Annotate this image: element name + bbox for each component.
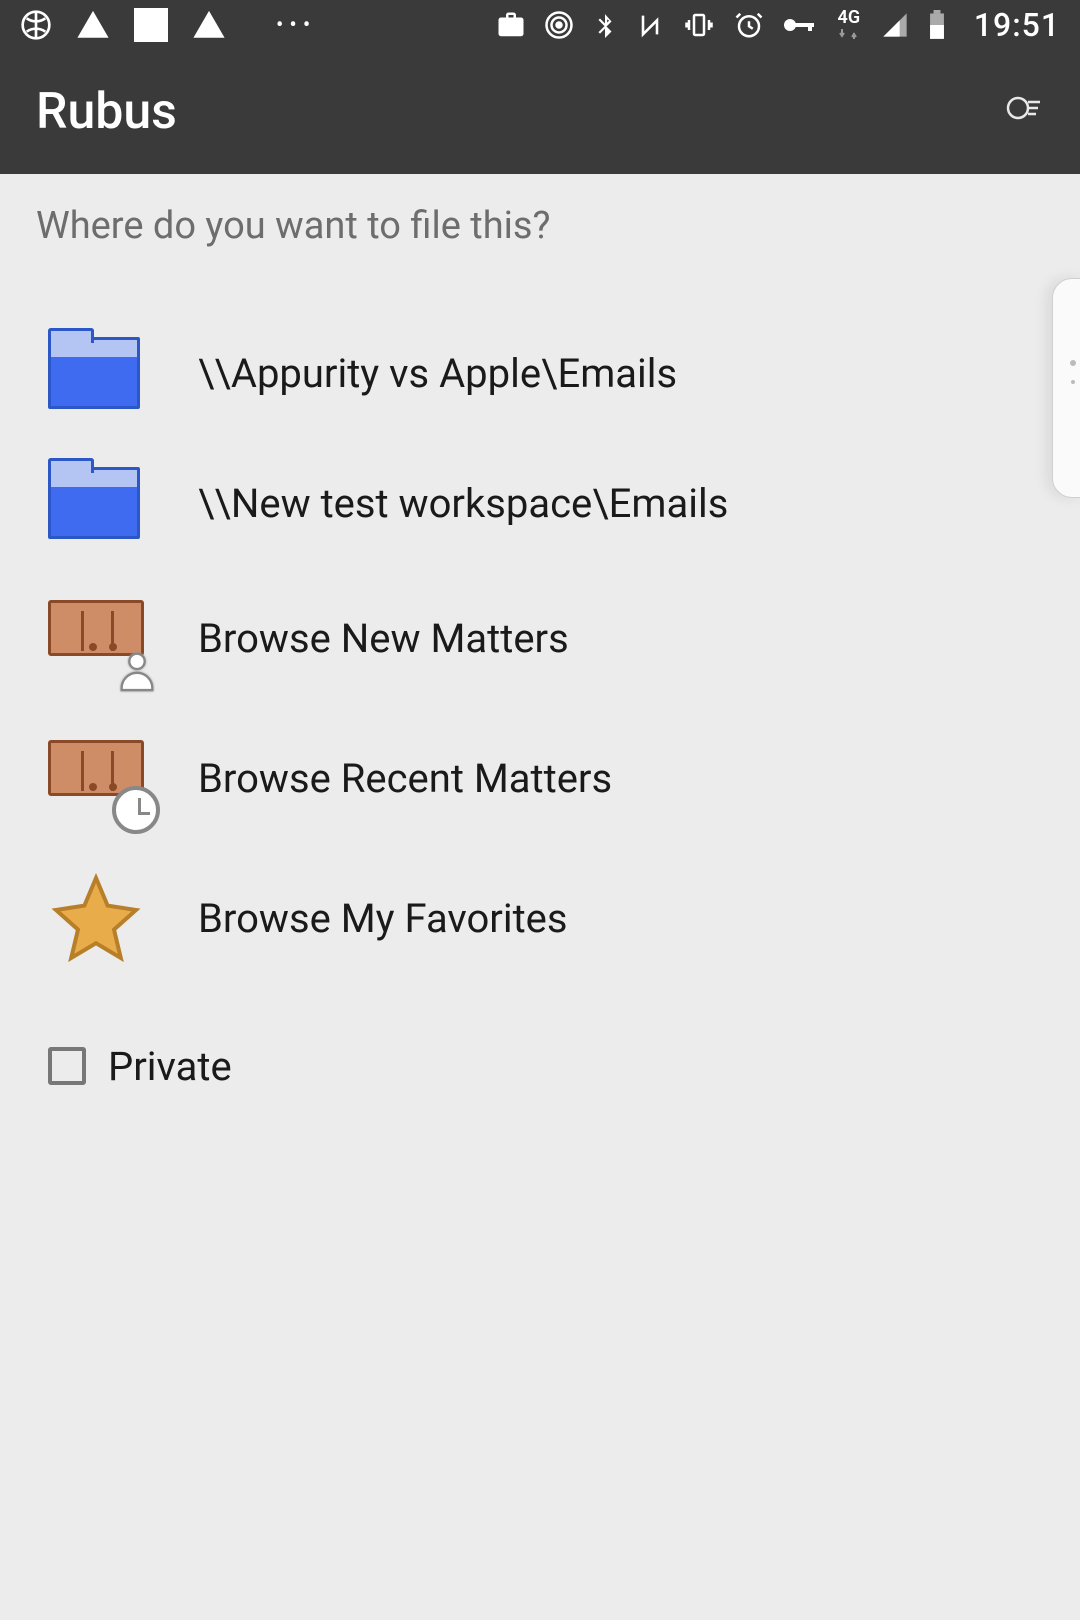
work-icon [496,10,526,40]
star-icon [48,870,144,966]
edge-panel-handle[interactable] [1052,278,1080,498]
hotspot-icon [544,10,574,40]
file-prompt: Where do you want to file this? [0,174,1080,272]
option-label: \\Appurity vs Apple\Emails [198,350,677,397]
bluetooth-icon [592,10,618,40]
edge-panel-dots [1070,360,1076,384]
status-clock: 19:51 [974,6,1060,44]
option-label: Browse My Favorites [198,895,568,942]
private-option[interactable]: Private [0,1006,1080,1126]
private-label: Private [108,1043,232,1090]
folder-icon [48,337,140,409]
status-bar: ••• 4G 19:51 [0,0,1080,50]
briefcase-clock-icon [48,734,152,822]
vpn-key-icon [782,13,818,37]
option-label: \\New test workspace\Emails [198,480,728,527]
option-folder-2[interactable]: \\New test workspace\Emails [0,438,1080,568]
options-list: \\Appurity vs Apple\Emails \\New test wo… [0,272,1080,988]
briefcase-person-icon [48,594,152,682]
battery-icon [928,10,946,40]
option-browse-new-matters[interactable]: Browse New Matters [0,568,1080,708]
warning-icon [76,8,110,42]
more-dots-icon: ••• [276,13,316,38]
alarm-icon [734,10,764,40]
signal-icon [880,11,910,39]
folder-icon [48,467,140,539]
option-label: Browse New Matters [198,615,569,662]
nfc-icon [636,10,664,40]
warning-icon-2 [192,8,226,42]
option-label: Browse Recent Matters [198,755,612,802]
vibrate-icon [682,10,716,40]
guardian-icon [20,9,52,41]
network-4g-icon: 4G [836,9,862,41]
content-area: Where do you want to file this? \\Appuri… [0,174,1080,1126]
private-checkbox[interactable] [48,1047,86,1085]
option-browse-favorites[interactable]: Browse My Favorites [0,848,1080,988]
app-title-bar: Rubus [0,50,1080,174]
search-filter-button[interactable] [996,82,1052,142]
option-folder-1[interactable]: \\Appurity vs Apple\Emails [0,308,1080,438]
app-title: Rubus [36,83,177,141]
option-browse-recent-matters[interactable]: Browse Recent Matters [0,708,1080,848]
square-icon [134,8,168,42]
